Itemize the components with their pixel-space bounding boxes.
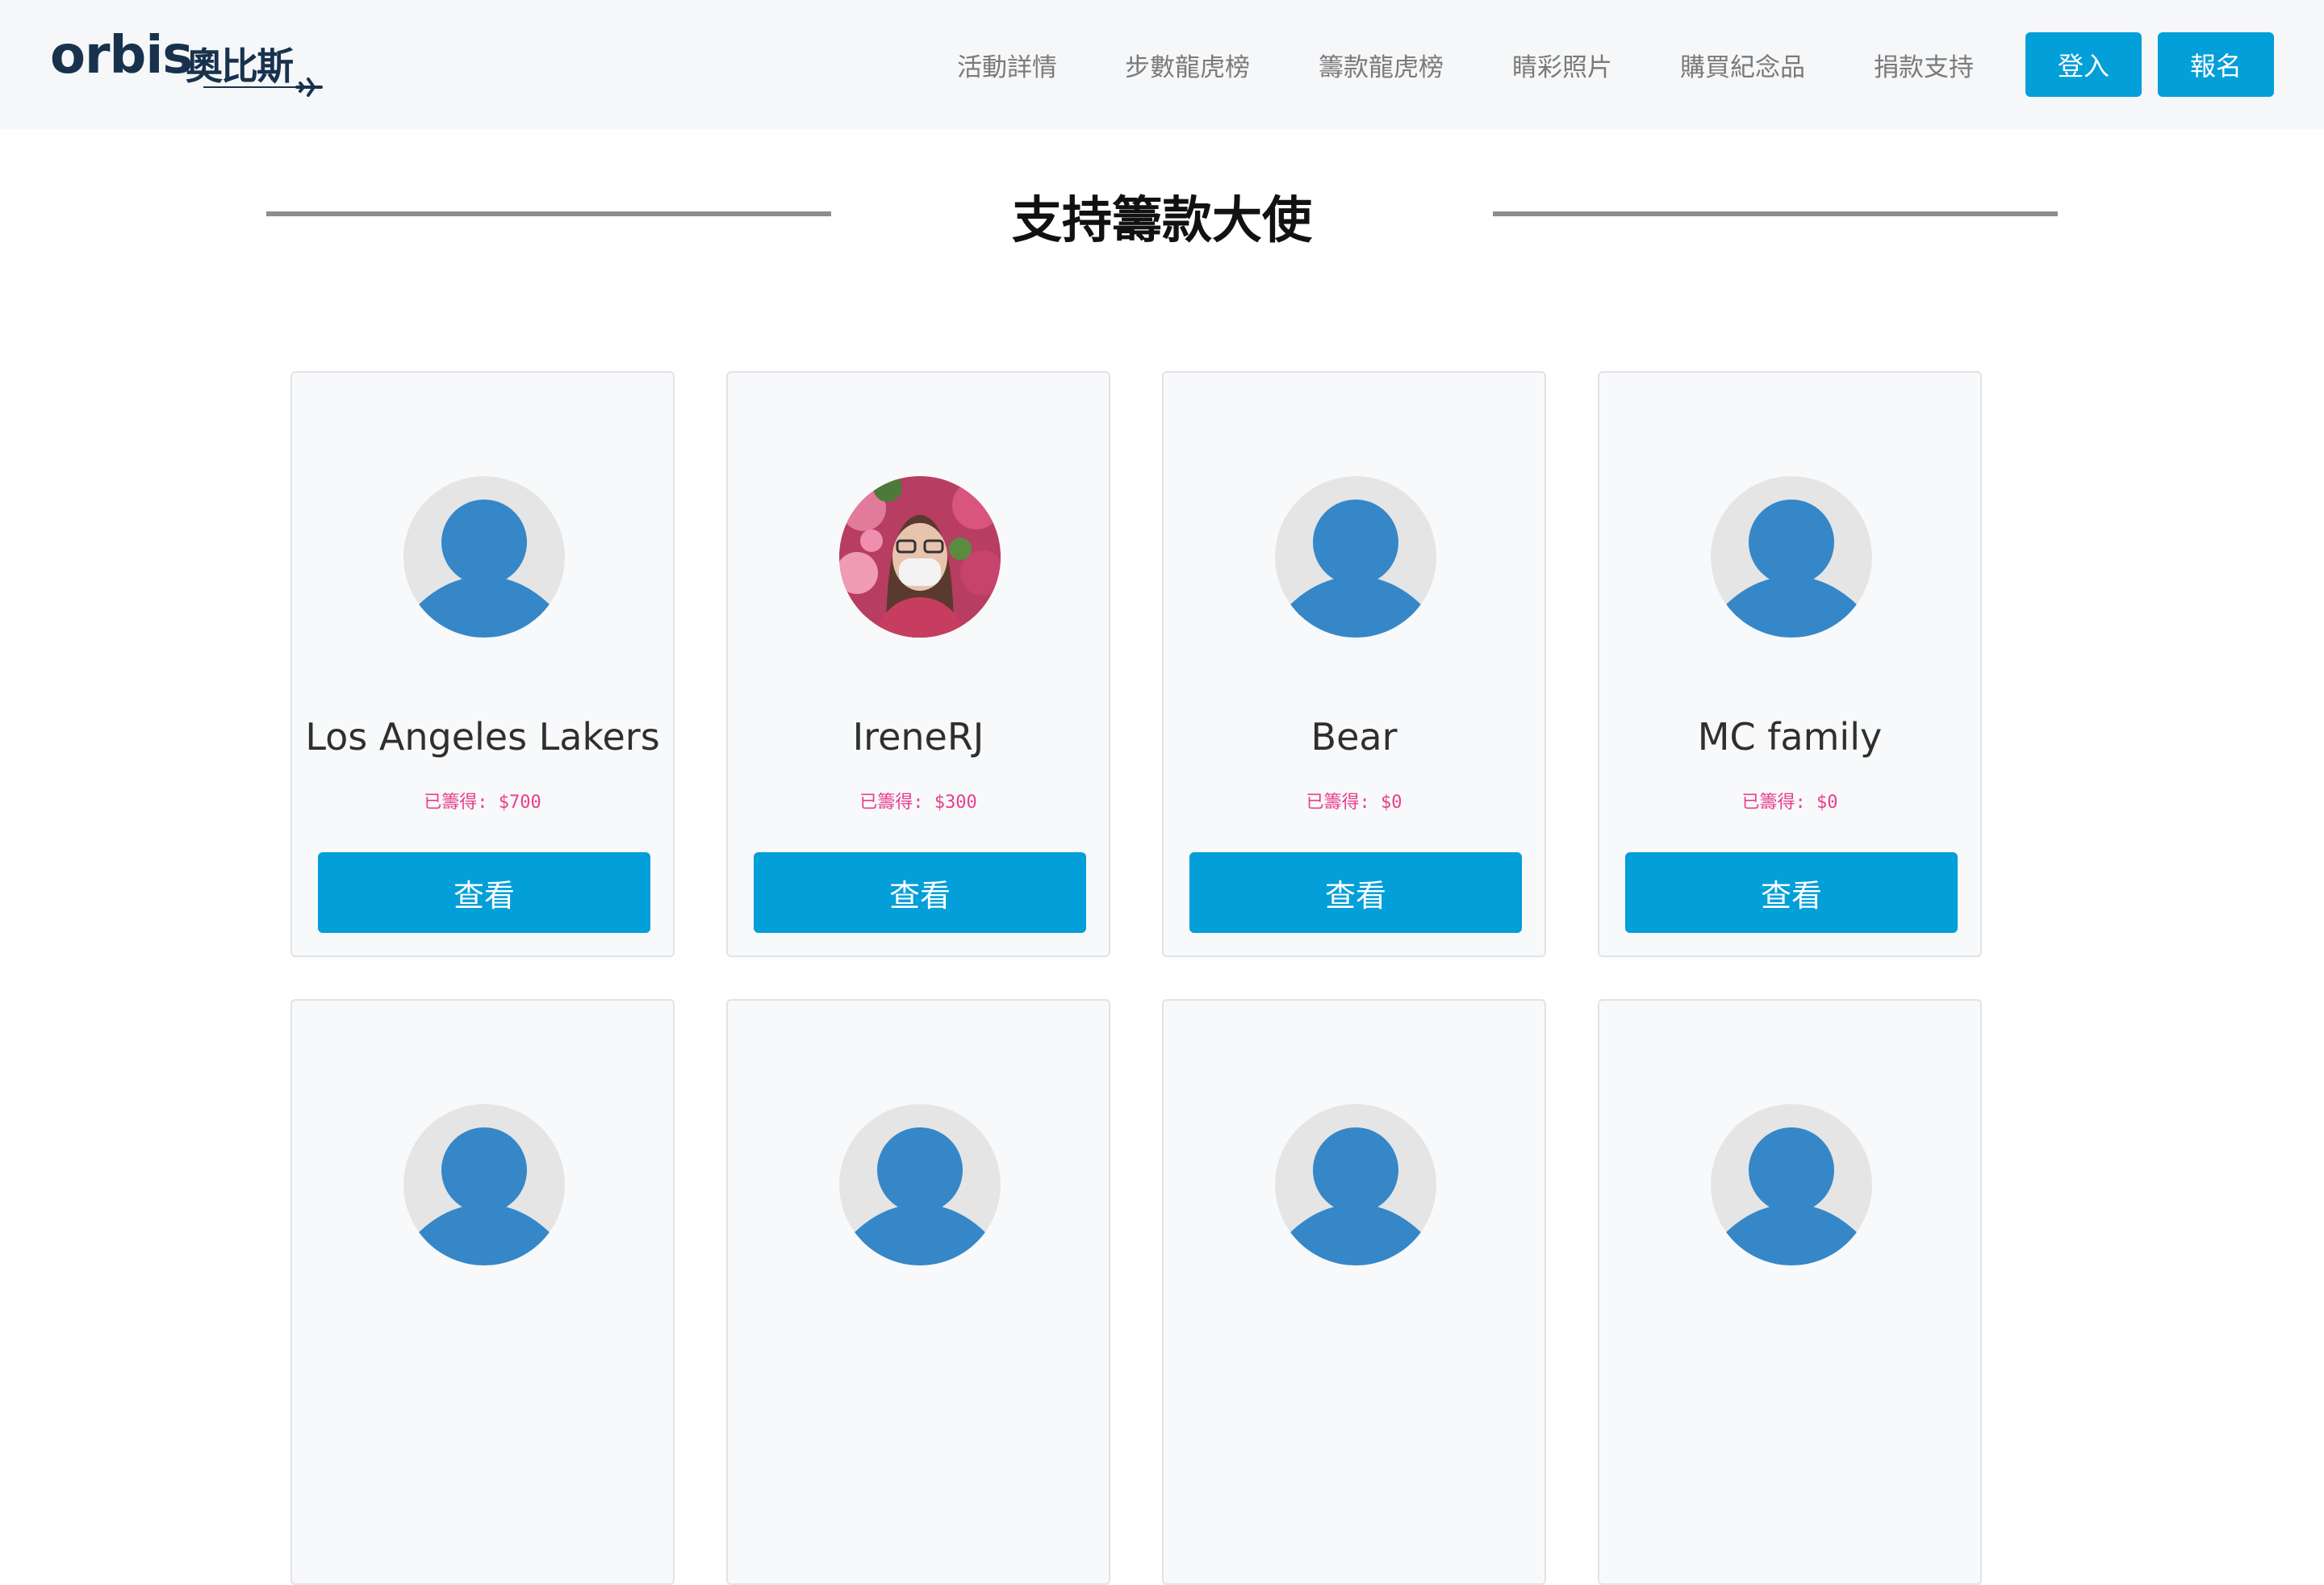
nav-link-photos[interactable]: 睛彩照片 bbox=[1512, 47, 1612, 83]
default-avatar-icon bbox=[403, 1104, 565, 1265]
default-avatar-icon bbox=[403, 476, 565, 638]
ambassador-card: Los Angeles Lakers 已籌得: $700 查看 bbox=[290, 371, 675, 957]
ambassador-name: Bear bbox=[1310, 715, 1398, 759]
airplane-icon bbox=[203, 77, 323, 97]
nav-link-donate[interactable]: 捐款支持 bbox=[1874, 47, 1974, 83]
default-avatar-icon bbox=[1275, 476, 1436, 638]
default-avatar-icon bbox=[1275, 1104, 1436, 1265]
amount-raised: 已籌得: $700 bbox=[424, 792, 541, 813]
default-avatar-icon bbox=[839, 1104, 1001, 1265]
top-navbar: orbis 奧比斯 活動詳情 步數龍虎榜 籌款龍虎榜 睛彩照片 購買紀念品 捐款… bbox=[0, 0, 2324, 129]
ambassador-card: MC family 已籌得: $0 查看 bbox=[1598, 371, 1982, 957]
default-avatar-icon bbox=[1711, 1104, 1872, 1265]
ambassador-name: IreneRJ bbox=[852, 715, 984, 759]
orbis-logo[interactable]: orbis 奧比斯 bbox=[50, 23, 323, 103]
ambassador-name: Los Angeles Lakers bbox=[305, 715, 660, 759]
amount-raised: 已籌得: $0 bbox=[1306, 792, 1402, 813]
view-button[interactable]: 查看 bbox=[318, 852, 650, 933]
ambassador-card bbox=[726, 999, 1110, 1585]
nav-link-fundraising-leaderboard[interactable]: 籌款龍虎榜 bbox=[1319, 47, 1444, 83]
view-button[interactable]: 查看 bbox=[754, 852, 1086, 933]
ambassador-card: IreneRJ 已籌得: $300 查看 bbox=[726, 371, 1110, 957]
view-button[interactable]: 查看 bbox=[1189, 852, 1522, 933]
nav-link-event-details[interactable]: 活動詳情 bbox=[957, 47, 1057, 83]
view-button[interactable]: 查看 bbox=[1625, 852, 1958, 933]
ambassador-card bbox=[1598, 999, 1982, 1585]
nav-link-steps-leaderboard[interactable]: 步數龍虎榜 bbox=[1125, 47, 1250, 83]
nav-link-souvenirs[interactable]: 購買紀念品 bbox=[1680, 47, 1805, 83]
ambassador-card bbox=[290, 999, 675, 1585]
logo-latin-text: orbis bbox=[50, 26, 193, 86]
signup-button[interactable]: 報名 bbox=[2158, 32, 2274, 97]
default-avatar-icon bbox=[1711, 476, 1872, 638]
ambassador-card: Bear 已籌得: $0 查看 bbox=[1162, 371, 1546, 957]
title-divider-right bbox=[1493, 211, 2058, 216]
amount-raised: 已籌得: $0 bbox=[1741, 792, 1838, 813]
profile-photo bbox=[839, 476, 1001, 638]
amount-raised: 已籌得: $300 bbox=[859, 792, 977, 813]
ambassador-card bbox=[1162, 999, 1546, 1585]
login-button[interactable]: 登入 bbox=[2025, 32, 2142, 97]
ambassador-name: MC family bbox=[1697, 715, 1883, 759]
